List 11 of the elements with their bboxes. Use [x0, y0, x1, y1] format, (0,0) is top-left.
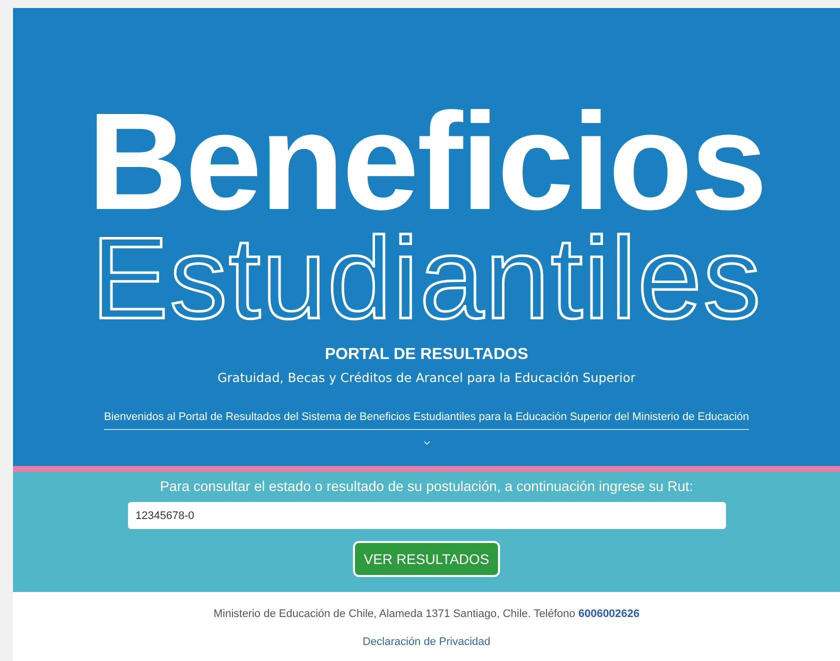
hero-subtitle: Estudiantiles — [91, 224, 762, 332]
rut-input-field[interactable]: 12345678-0 — [128, 502, 726, 529]
view-results-button[interactable]: VER RESULTADOS — [352, 541, 500, 577]
rut-prompt: Para consultar el estado o resultado de su postulación, a continuación ingrese su Rut: — [160, 478, 694, 494]
welcome-text: Bienvenidos al Portal de Resultados del Sistema de Beneficios Estudiantiles para la Educación Superior del Ministerio de Educación — [104, 411, 750, 430]
hero-title: Beneficios — [88, 100, 766, 224]
tagline: Gratuidad, Becas y Créditos de Arancel para la Educación Superior — [217, 370, 636, 385]
privacy-link[interactable]: Declaración de Privacidad — [362, 636, 490, 648]
phone-link[interactable]: 6006002626 — [578, 608, 640, 620]
address-text: Ministerio de Educación de Chile, Alameda 1371 Santiago, Chile. Teléfono 6006002626 — [213, 608, 640, 620]
portal-title: PORTAL DE RESULTADOS — [324, 346, 528, 364]
